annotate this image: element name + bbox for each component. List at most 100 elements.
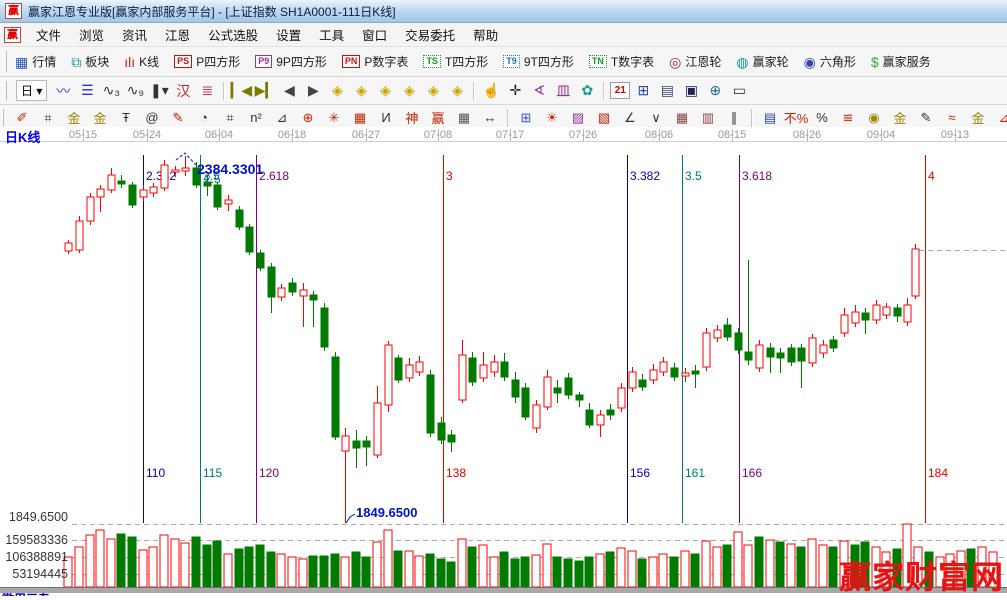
red-grid-icon[interactable]: ▦ <box>348 108 372 128</box>
wave3-icon[interactable]: ∿₃ <box>100 81 122 101</box>
fan2-icon[interactable]: ▧ <box>592 108 616 128</box>
calculator-icon[interactable]: ⊞ <box>632 81 654 101</box>
period-selector-button[interactable]: 日 ▾ <box>16 80 48 101</box>
menu-item-9[interactable]: 帮助 <box>464 26 507 46</box>
hspan-icon[interactable]: ↔ <box>478 108 502 128</box>
parallel-icon[interactable]: ∥ <box>722 108 746 128</box>
gold-grid2-icon[interactable]: 金 <box>88 108 112 128</box>
wave-tool-icon[interactable]: ✿ <box>576 81 598 101</box>
last-page-icon[interactable]: ▶▎ <box>254 81 277 101</box>
web-icon[interactable]: ⊕ <box>704 81 726 101</box>
chart-text: 2384.3301 <box>197 161 263 177</box>
diamond-shrink-icon[interactable]: ◈ <box>398 81 420 101</box>
gold-level-icon[interactable]: 金 <box>888 108 912 128</box>
kline-button[interactable]: ılı K线 <box>121 51 162 72</box>
first-page-icon[interactable]: ▎◀ <box>230 81 253 101</box>
j-angle-icon[interactable]: ⊿ <box>992 108 1007 128</box>
crosshair-icon[interactable]: ✛ <box>504 81 526 101</box>
pattern-icon[interactable]: 汉 <box>172 81 194 101</box>
toolbar-grip[interactable] <box>2 108 4 127</box>
menu-item-5[interactable]: 设置 <box>267 26 310 46</box>
t-square-button[interactable]: TS T四方形 <box>420 51 491 72</box>
menu-item-6[interactable]: 工具 <box>310 26 353 46</box>
quote-list-icon[interactable]: ☰ <box>76 81 98 101</box>
t-table-button[interactable]: TN T数字表 <box>586 51 657 72</box>
volume-bar <box>563 558 573 588</box>
brush-icon[interactable]: ✐ <box>10 108 34 128</box>
t-line-icon[interactable]: Ŧ <box>114 108 138 128</box>
chart-text: 110 <box>146 466 165 480</box>
ying-icon[interactable]: 赢 <box>426 108 450 128</box>
gann-tool-icon[interactable]: 皿 <box>552 81 574 101</box>
trend-curve-icon[interactable]: 〰 <box>52 81 74 101</box>
grid-b-icon[interactable]: ▥ <box>696 108 720 128</box>
panel-splitter[interactable] <box>0 587 1007 593</box>
diamond-right-icon[interactable]: ◈ <box>350 81 372 101</box>
blue-grid-icon[interactable]: ⊞ <box>514 108 538 128</box>
menu-item-4[interactable]: 公式选股 <box>199 26 267 46</box>
menu-item-2[interactable]: 资讯 <box>113 26 156 46</box>
wave9-icon[interactable]: ∿₉ <box>124 81 146 101</box>
gold-grid-icon[interactable]: 金 <box>62 108 86 128</box>
rays-icon[interactable]: ☀ <box>540 108 564 128</box>
menu-item-3[interactable]: 江恩 <box>156 26 199 46</box>
menu-item-7[interactable]: 窗口 <box>353 26 396 46</box>
volume-bar <box>287 556 297 588</box>
calendar-icon[interactable]: 21 <box>610 82 631 99</box>
menu-item-1[interactable]: 浏览 <box>70 26 113 46</box>
hexagon-button[interactable]: ◉ 六角形 <box>801 51 859 72</box>
hash-icon[interactable]: ⌗ <box>218 108 242 128</box>
prev-icon[interactable]: ◀ <box>278 81 300 101</box>
toolbar-grip[interactable] <box>2 51 7 72</box>
candle-style-icon[interactable]: ❚▾ <box>148 81 170 101</box>
9p-square-button[interactable]: P9 9P四方形 <box>252 51 330 72</box>
pct-line-icon[interactable]: 不% <box>784 108 809 128</box>
percent-icon[interactable]: % <box>810 108 834 128</box>
histogram-icon[interactable]: ≣ <box>196 81 218 101</box>
gann-wheel-button[interactable]: ◎ 江恩轮 <box>666 51 724 72</box>
winner-service-button[interactable]: $ 赢家服务 <box>868 51 934 72</box>
lines-icon[interactable]: ∠ <box>618 108 642 128</box>
grid123-icon[interactable]: ▦ <box>452 108 476 128</box>
angle-measure-icon[interactable]: ∢ <box>528 81 550 101</box>
fan1-icon[interactable]: ▨ <box>566 108 590 128</box>
shen-icon[interactable]: 神 <box>400 108 424 128</box>
diamond-left-icon[interactable]: ◈ <box>326 81 348 101</box>
spiral-icon[interactable]: @ <box>140 108 164 128</box>
wave-level-icon[interactable]: ≈ <box>940 108 964 128</box>
computer-icon[interactable]: ▭ <box>728 81 750 101</box>
winner-wheel-button[interactable]: ◍ 赢家轮 <box>733 51 791 72</box>
pct-level-icon[interactable]: ≌ <box>836 108 860 128</box>
starburst-icon[interactable]: ✳ <box>322 108 346 128</box>
kline-chart-area[interactable]: 日K线 05-15 05-24 06-04 06-18 06-27 07-08 07-17 0… <box>0 127 1007 596</box>
pulse-icon[interactable]: И <box>374 108 398 128</box>
p-table-button[interactable]: PN P数字表 <box>339 51 412 72</box>
diamond-expand-icon[interactable]: ◈ <box>422 81 444 101</box>
quotes-button[interactable]: ▦ 行情 <box>12 51 59 72</box>
menu-item-0[interactable]: 文件 <box>27 26 70 46</box>
diamond-hmove-icon[interactable]: ◈ <box>374 81 396 101</box>
menu-item-8[interactable]: 交易委托 <box>396 26 464 46</box>
stat-bars-icon[interactable]: ▤ <box>758 108 782 128</box>
clock-cycle-icon[interactable]: ◔ <box>192 108 216 128</box>
sectors-button[interactable]: ⧉ 板块 <box>68 51 112 72</box>
p-square-button[interactable]: PS P四方形 <box>171 51 243 72</box>
notes-icon[interactable]: ▤ <box>656 81 678 101</box>
gold-line-icon[interactable]: 金 <box>966 108 990 128</box>
chart-text: 1849.6500 <box>9 510 68 524</box>
angle-icon[interactable]: ⊿ <box>270 108 294 128</box>
zigzag-icon[interactable]: ∨ <box>644 108 668 128</box>
gold-circle-icon[interactable]: ◉ <box>862 108 886 128</box>
red-crosshair-icon[interactable]: ⊕ <box>296 108 320 128</box>
grid-a-icon[interactable]: ▦ <box>670 108 694 128</box>
save-icon[interactable]: ▣ <box>680 81 702 101</box>
ruler-icon[interactable]: ⌗ <box>36 108 60 128</box>
pencil-icon[interactable]: ✎ <box>166 108 190 128</box>
next-icon[interactable]: ▶ <box>302 81 324 101</box>
n2-icon[interactable]: n² <box>244 108 268 128</box>
toolbar-grip[interactable] <box>2 81 7 100</box>
pen-bars-icon[interactable]: ✎ <box>914 108 938 128</box>
hand-icon[interactable]: ☝ <box>480 81 502 101</box>
diamond-full-icon[interactable]: ◈ <box>446 81 468 101</box>
9t-square-button[interactable]: T9 9T四方形 <box>500 51 577 72</box>
